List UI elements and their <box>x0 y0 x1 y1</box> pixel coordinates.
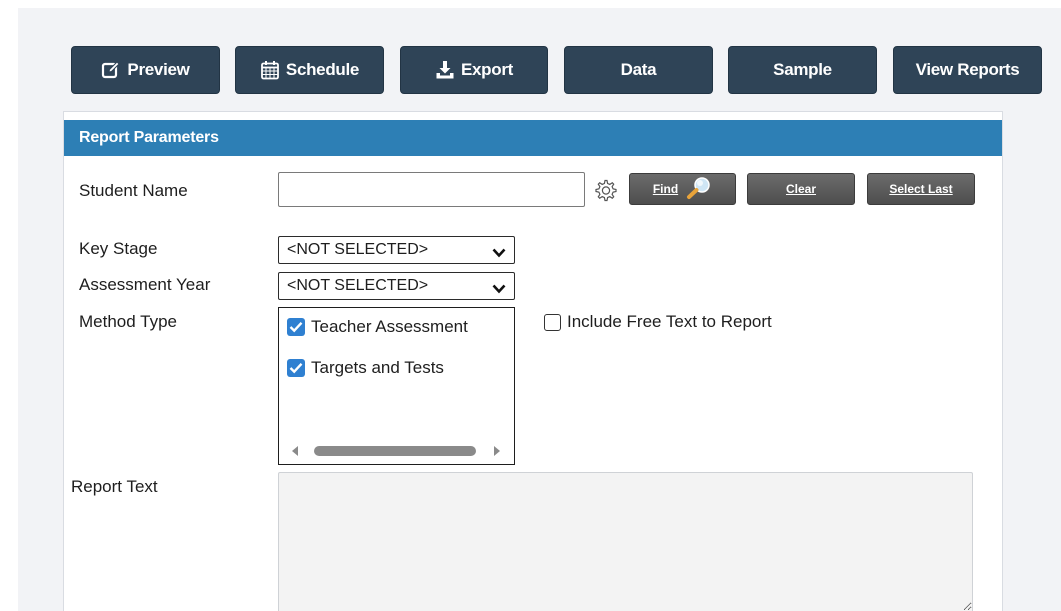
toolbar: Preview Schedule Export Data Sample View… <box>0 0 1061 110</box>
download-icon <box>435 60 455 80</box>
method-option-label: Teacher Assessment <box>311 317 468 336</box>
select-last-button[interactable]: Select Last <box>867 173 975 205</box>
sample-label: Sample <box>773 60 832 79</box>
preview-button[interactable]: Preview <box>71 46 220 94</box>
assessment-year-label: Assessment Year <box>79 275 211 294</box>
scroll-left-arrow-icon <box>292 446 298 456</box>
gear-icon[interactable] <box>592 178 618 204</box>
clear-label: Clear <box>785 182 817 196</box>
student-name-label: Student Name <box>79 181 188 200</box>
scroll-thumb <box>314 446 476 456</box>
clear-button[interactable]: Clear <box>747 173 855 205</box>
method-option-targets-and-tests[interactable]: Targets and Tests <box>287 358 444 378</box>
checkbox-checked-icon[interactable] <box>287 318 305 336</box>
report-text-label: Report Text <box>71 477 158 496</box>
edit-icon <box>101 60 121 80</box>
find-label: Find <box>652 182 679 196</box>
method-type-list[interactable]: Teacher Assessment Targets and Tests <box>278 307 515 465</box>
method-option-label: Targets and Tests <box>311 358 444 377</box>
schedule-label: Schedule <box>285 60 360 79</box>
checkbox-unchecked-icon[interactable] <box>544 313 561 331</box>
include-free-text-checkbox[interactable]: Include Free Text to Report <box>544 312 772 332</box>
select-last-label: Select Last <box>889 182 953 196</box>
horizontal-scrollbar[interactable] <box>289 444 503 458</box>
view-reports-button[interactable]: View Reports <box>893 46 1042 94</box>
method-type-label: Method Type <box>79 312 177 331</box>
student-name-input[interactable] <box>278 172 585 207</box>
key-stage-select[interactable]: <NOT SELECTED> <box>278 236 515 264</box>
scroll-right-arrow-icon <box>494 446 500 456</box>
calendar-icon <box>260 60 280 80</box>
key-stage-value: <NOT SELECTED> <box>287 241 429 258</box>
panel-header: Report Parameters <box>64 120 1002 156</box>
report-text-area[interactable] <box>278 472 973 611</box>
chevron-down-icon <box>492 281 506 299</box>
include-free-text-label: Include Free Text to Report <box>567 312 772 331</box>
chevron-down-icon <box>492 245 506 263</box>
schedule-button[interactable]: Schedule <box>235 46 384 94</box>
panel-title: Report Parameters <box>79 129 219 146</box>
export-label: Export <box>460 60 514 79</box>
method-option-teacher-assessment[interactable]: Teacher Assessment <box>287 317 468 337</box>
data-button[interactable]: Data <box>564 46 713 94</box>
assessment-year-select[interactable]: <NOT SELECTED> <box>278 272 515 300</box>
key-stage-label: Key Stage <box>79 239 158 258</box>
preview-label: Preview <box>127 60 190 79</box>
data-label: Data <box>620 60 657 79</box>
checkbox-checked-icon[interactable] <box>287 359 305 377</box>
assessment-year-value: <NOT SELECTED> <box>287 277 429 294</box>
sample-button[interactable]: Sample <box>728 46 877 94</box>
view-reports-label: View Reports <box>915 60 1020 79</box>
find-button[interactable]: Find <box>629 173 736 205</box>
export-button[interactable]: Export <box>400 46 548 94</box>
magnifier-icon <box>686 176 712 203</box>
